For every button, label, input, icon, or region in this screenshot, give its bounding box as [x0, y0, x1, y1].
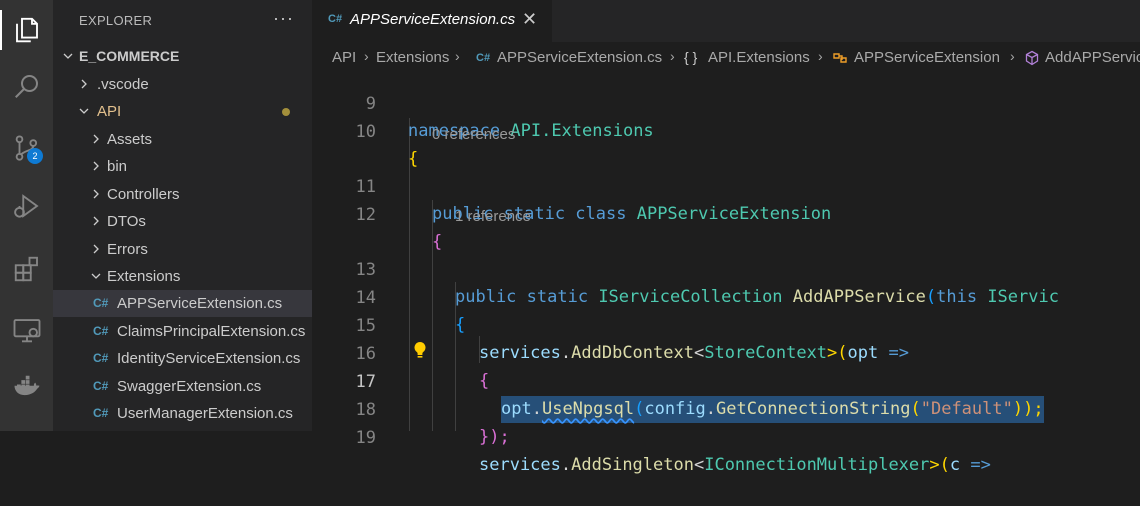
chevron-right-icon	[91, 208, 105, 235]
modified-dot	[282, 108, 290, 116]
chevron-down-icon	[79, 98, 93, 125]
code-editor[interactable]: 9 namespace API.Extensions 10 { 0 refere…	[312, 64, 1140, 475]
explorer-icon[interactable]	[0, 6, 53, 54]
tree-item-api[interactable]: API	[53, 98, 312, 125]
csharp-file-icon: C#	[328, 13, 343, 25]
tree-root-e-commerce[interactable]: E_COMMERCE	[53, 43, 312, 70]
tree-item-vscode[interactable]: .vscode	[53, 71, 312, 98]
tree-item-label: IdentityServiceExtension.cs	[117, 350, 301, 367]
tree-item-label: Errors	[107, 241, 148, 258]
chevron-right-icon	[91, 126, 105, 153]
tree-item-label: Controllers	[107, 186, 180, 203]
source-control-icon[interactable]	[0, 124, 53, 172]
explorer-title: EXPLORER	[79, 13, 153, 28]
chevron-down-icon	[91, 263, 105, 290]
csharp-file-icon: C#	[476, 52, 491, 64]
class-icon	[833, 53, 847, 63]
tree-item-assets[interactable]: Assets	[53, 126, 312, 153]
close-icon[interactable]: ✕	[522, 9, 537, 30]
chevron-right-icon	[79, 71, 93, 98]
tab-appserviceextension[interactable]: C# APPServiceExtension.cs ✕	[312, 0, 552, 42]
chevron-right-icon	[91, 181, 105, 208]
line-number: 10	[355, 122, 376, 142]
explorer-sidebar: EXPLORER ··· E_COMMERCE .vscode API Asse…	[53, 0, 312, 431]
tree-item-label: Assets	[107, 131, 153, 148]
csharp-file-icon: C#	[93, 324, 109, 338]
lightbulb-icon[interactable]	[412, 341, 428, 359]
codelens-references[interactable]: 0 references	[432, 121, 515, 148]
code-line: 10 {	[312, 92, 1140, 169]
breadcrumb-separator: ›	[818, 48, 823, 64]
tree-file-identityserviceextension[interactable]: C# IdentityServiceExtension.cs	[53, 345, 312, 372]
code-line: 19 services.AddSingleton<IConnectionMult…	[312, 398, 1140, 475]
tree-item-label: UserManagerExtension.cs	[117, 405, 293, 422]
run-debug-icon[interactable]	[0, 182, 53, 230]
more-actions-button[interactable]: ···	[273, 8, 294, 29]
tree-item-label: APPServiceExtension.cs	[117, 295, 283, 312]
tab-label: APPServiceExtension.cs	[350, 11, 516, 28]
code-line-active: 17 opt.UseNpgsql(config.GetConnectionStr…	[312, 342, 1140, 423]
breadcrumb-separator: ›	[364, 48, 369, 64]
tree-item-label: bin	[107, 158, 128, 175]
tree-item-label: ClaimsPrincipalExtension.cs	[117, 323, 306, 340]
breadcrumb-separator: ›	[670, 48, 675, 64]
code-line: 18 });	[312, 370, 1140, 447]
tree-item-label: Extensions	[107, 268, 181, 285]
csharp-file-icon: C#	[93, 351, 109, 365]
tree-item-label: .vscode	[97, 76, 149, 93]
line-number: 12	[355, 205, 376, 225]
tree-item-errors[interactable]: Errors	[53, 236, 312, 263]
breadcrumb-separator: ›	[1010, 48, 1015, 64]
code-line: 12 {	[312, 175, 1140, 252]
tree-item-controllers[interactable]: Controllers	[53, 181, 312, 208]
tree-item-extensions[interactable]: Extensions	[53, 263, 312, 290]
chevron-down-icon	[63, 43, 77, 70]
code-line: 15 services.AddDbContext<StoreContext>(o…	[312, 286, 1140, 363]
tree-file-usermanagerextension[interactable]: C# UserManagerExtension.cs	[53, 400, 312, 427]
docker-icon[interactable]	[0, 363, 53, 411]
code-line: 13 public static IServiceCollection AddA…	[312, 230, 1140, 307]
tree-item-label: SwaggerExtension.cs	[117, 378, 262, 395]
tree-file-claimsprincipalextension[interactable]: C# ClaimsPrincipalExtension.cs	[53, 318, 312, 345]
chevron-right-icon	[91, 153, 105, 180]
tree-item-label: API	[97, 103, 122, 120]
tree-root-label: E_COMMERCE	[79, 48, 180, 64]
tree-file-appserviceextension[interactable]: C# APPServiceExtension.cs	[53, 290, 312, 317]
breadcrumb-separator: ›	[455, 48, 460, 64]
code-line: 14 {	[312, 258, 1140, 335]
code-line: 16 {	[312, 314, 1140, 391]
editor-area: C# APPServiceExtension.cs ✕ API › Extens…	[312, 0, 1140, 475]
line-number: 19	[355, 428, 376, 448]
search-icon[interactable]	[0, 62, 53, 110]
tree-item-bin[interactable]: bin	[53, 153, 312, 180]
tree-file-swaggerextension[interactable]: C# SwaggerExtension.cs	[53, 373, 312, 400]
codelens-references[interactable]: 1 reference	[455, 203, 531, 230]
remote-explorer-icon[interactable]	[0, 306, 53, 354]
source-control-badge: 2	[27, 148, 43, 164]
code-line: 9 namespace API.Extensions	[312, 64, 1140, 141]
csharp-file-icon: C#	[93, 379, 109, 393]
tab-bar: C# APPServiceExtension.cs ✕	[312, 0, 1140, 42]
tree-item-dtos[interactable]: DTOs	[53, 208, 312, 235]
chevron-right-icon	[91, 236, 105, 263]
extensions-icon[interactable]	[0, 245, 53, 293]
code-line: 11 public static class APPServiceExtensi…	[312, 147, 1140, 224]
csharp-file-icon: C#	[93, 296, 109, 310]
csharp-file-icon: C#	[93, 406, 109, 420]
namespace-braces-icon: { }	[684, 49, 698, 65]
activity-bar: 2	[0, 0, 53, 431]
tree-item-label: DTOs	[107, 213, 146, 230]
